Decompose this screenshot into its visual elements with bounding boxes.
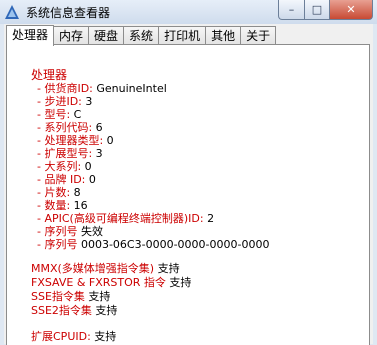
title-bar[interactable]: 系统信息查看器 – □ ✕ (0, 0, 377, 24)
processor-panel: 处理器 - 供货商ID: GenuineIntel - 步进ID: 3 - 型号… (6, 44, 370, 345)
info-row: - APIC(高级可编程终端控制器)ID: 2 (37, 212, 215, 225)
info-row: - 步进ID: 3 (37, 95, 93, 108)
info-row: - 系列代码: 6 (37, 121, 103, 134)
info-row: - 品牌 ID: 0 (37, 173, 96, 186)
tab-memory[interactable]: 内存 (53, 26, 90, 45)
feature-row: SSE指令集 支持 (31, 290, 111, 303)
window-body: 处理器 内存 硬盘 系统 打印机 其他 关于 处理器 - 供货商ID: Genu… (4, 24, 373, 345)
tab-about[interactable]: 关于 (240, 26, 277, 45)
info-row: - 处理器类型: 0 (37, 134, 114, 147)
app-icon (5, 5, 19, 19)
info-row: - 数量: 16 (37, 199, 88, 212)
tab-disk[interactable]: 硬盘 (88, 26, 125, 45)
tab-other[interactable]: 其他 (205, 26, 242, 45)
minimize-button[interactable]: – (278, 0, 305, 20)
tab-system[interactable]: 系统 (123, 26, 160, 45)
info-row: - 序列号 失效 (37, 225, 103, 238)
close-button[interactable]: ✕ (330, 0, 373, 20)
info-row: - 大系列: 0 (37, 160, 92, 173)
section-heading: 处理器 (31, 68, 68, 82)
info-row: - 供货商ID: GenuineIntel (37, 82, 167, 95)
feature-row: MMX(多媒体增强指令集) 支持 (31, 262, 180, 275)
feature-row: 扩展CPUID: 支持 (31, 330, 117, 343)
info-row: - 序列号 0003-06C3-0000-0000-0000-0000 (37, 238, 270, 251)
tab-processor[interactable]: 处理器 (6, 25, 55, 46)
info-row: - 扩展型号: 3 (37, 147, 103, 160)
feature-row: SSE2指令集 支持 (31, 304, 118, 317)
info-row: - 片数: 8 (37, 186, 81, 199)
tab-bar: 处理器 内存 硬盘 系统 打印机 其他 关于 (6, 25, 277, 46)
window-title: 系统信息查看器 (26, 6, 111, 20)
info-row: - 型号: C (37, 108, 82, 121)
feature-row: FXSAVE & FXRSTOR 指令 支持 (31, 276, 192, 289)
tab-printer[interactable]: 打印机 (158, 26, 207, 45)
maximize-button[interactable]: □ (305, 0, 330, 20)
